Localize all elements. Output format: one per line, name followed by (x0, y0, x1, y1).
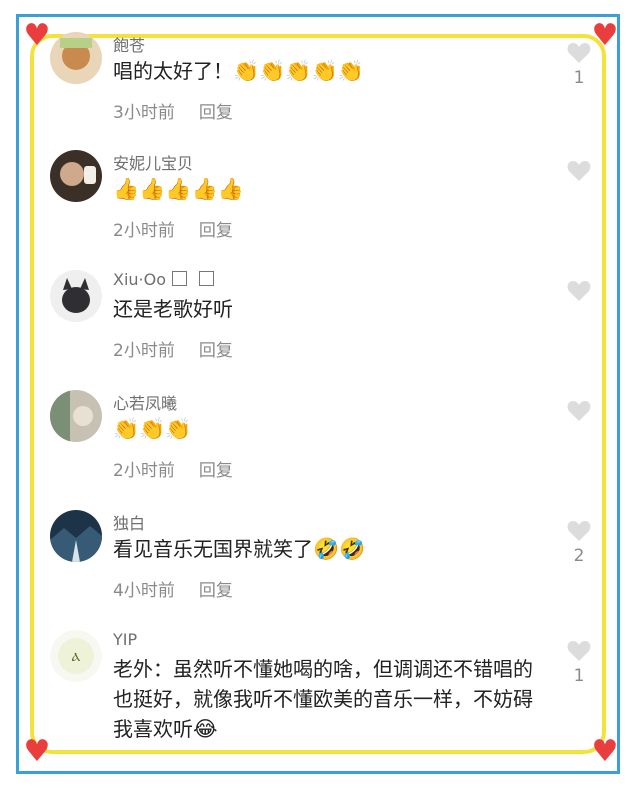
like-count: 2 (573, 546, 585, 566)
username[interactable]: Xiu·Oo (113, 270, 215, 289)
timestamp: 2小时前 (113, 221, 175, 241)
heart-icon (567, 161, 591, 181)
username[interactable]: 飽苍 (113, 32, 145, 56)
placeholder-glyph (172, 271, 188, 286)
emoji: 🤣🤣 (313, 537, 366, 561)
reply-button[interactable]: 回复 (199, 461, 233, 481)
like-button[interactable] (564, 400, 594, 422)
avatar[interactable]: Ⲁ (50, 630, 102, 682)
timestamp: 3小时前 (113, 103, 175, 123)
heart-decoration-icon: ♥ (23, 18, 51, 53)
reply-button[interactable]: 回复 (199, 581, 233, 601)
comment-item: Xiu·Oo 还是老歌好听 2小时前 回复 (50, 270, 600, 370)
like-button[interactable] (564, 160, 594, 182)
like-button[interactable]: 2 (564, 520, 594, 566)
username[interactable]: 心若凤曦 (113, 390, 177, 414)
avatar[interactable] (50, 32, 102, 84)
username[interactable]: 安妮儿宝贝 (113, 150, 193, 174)
heart-icon (567, 641, 591, 661)
comment-meta: 3小时前 回复 (113, 98, 233, 123)
reply-button[interactable]: 回复 (199, 221, 233, 241)
heart-icon (567, 401, 591, 421)
comment-text: 👏👏👏 (113, 414, 543, 444)
avatar[interactable] (50, 510, 102, 562)
comment-item: 心若凤曦 👏👏👏 2小时前 回复 (50, 390, 600, 490)
avatar[interactable] (50, 150, 102, 202)
like-count: 1 (573, 68, 585, 88)
emoji: 😂 (193, 717, 218, 741)
comment-meta: 4小时前 回复 (113, 576, 233, 601)
heart-icon (567, 521, 591, 541)
avatar[interactable] (50, 390, 102, 442)
comment-item: 飽苍 唱的太好了！👏👏👏👏👏 3小时前 回复 1 (50, 32, 600, 132)
comment-meta: 2小时前 回复 (113, 336, 233, 361)
comment-text: 还是老歌好听 (113, 297, 233, 321)
comment-text: 唱的太好了！👏👏👏👏👏 (113, 59, 364, 83)
like-button[interactable]: 1 (564, 42, 594, 88)
username[interactable]: 独白 (113, 510, 145, 534)
timestamp: 2小时前 (113, 461, 175, 481)
reply-button[interactable]: 回复 (199, 103, 233, 123)
username[interactable]: YIP (113, 630, 137, 649)
emoji: 👍👍👍👍👍 (113, 177, 244, 201)
like-button[interactable]: 1 (564, 640, 594, 686)
like-button[interactable] (564, 280, 594, 302)
heart-decoration-icon: ♥ (23, 734, 51, 769)
comment-text: 看见音乐无国界就笑了🤣🤣 (113, 537, 366, 561)
comment-item: Ⲁ YIP 老外：虽然听不懂她喝的啥，但调调还不错唱的也挺好，就像我听不懂欧美的… (50, 630, 600, 750)
timestamp: 4小时前 (113, 581, 175, 601)
avatar[interactable] (50, 270, 102, 322)
comment-text: 👍👍👍👍👍 (113, 174, 543, 204)
svg-text:Ⲁ: Ⲁ (72, 650, 81, 664)
heart-icon (567, 43, 591, 63)
comment-meta: 2小时前 回复 (113, 216, 233, 241)
emoji: 👏👏👏👏👏 (233, 59, 364, 83)
placeholder-glyph (199, 271, 215, 286)
comment-meta: 2小时前 回复 (113, 456, 233, 481)
like-count: 1 (573, 666, 585, 686)
heart-icon (567, 281, 591, 301)
comment-text: 老外：虽然听不懂她喝的啥，但调调还不错唱的也挺好，就像我听不懂欧美的音乐一样，不… (113, 657, 533, 741)
emoji: 👏👏👏 (113, 417, 192, 441)
comment-item: 安妮儿宝贝 👍👍👍👍👍 2小时前 回复 (50, 150, 600, 250)
comment-item: 独白 看见音乐无国界就笑了🤣🤣 4小时前 回复 2 (50, 510, 600, 610)
reply-button[interactable]: 回复 (199, 341, 233, 361)
timestamp: 2小时前 (113, 341, 175, 361)
